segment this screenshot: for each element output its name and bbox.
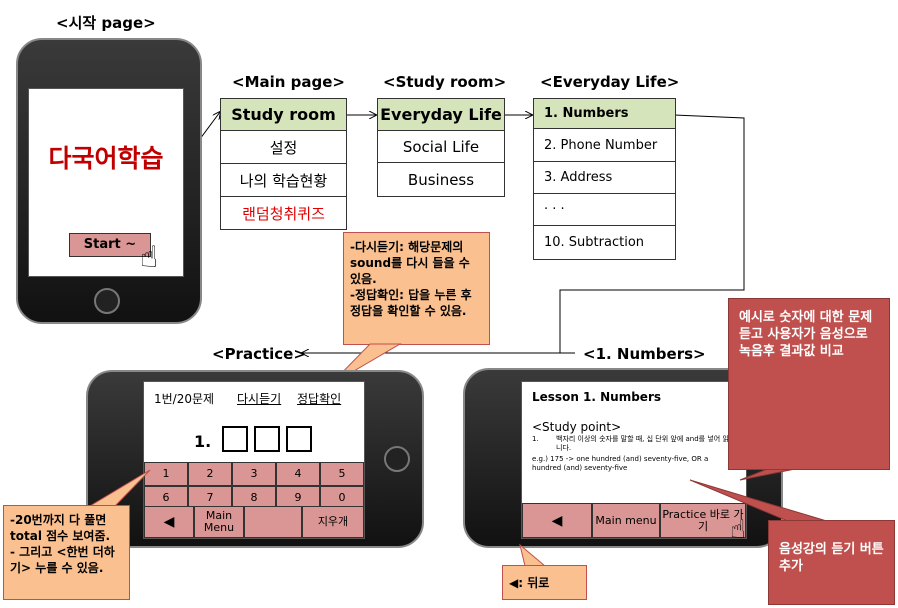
score-callout: -20번까지 다 풀면 total 점수 보여줌. - 그리고 <한번 더하기>… bbox=[3, 505, 130, 600]
orange-callout-tails bbox=[88, 469, 547, 567]
back-callout: ◀: 뒤로 bbox=[502, 565, 587, 600]
